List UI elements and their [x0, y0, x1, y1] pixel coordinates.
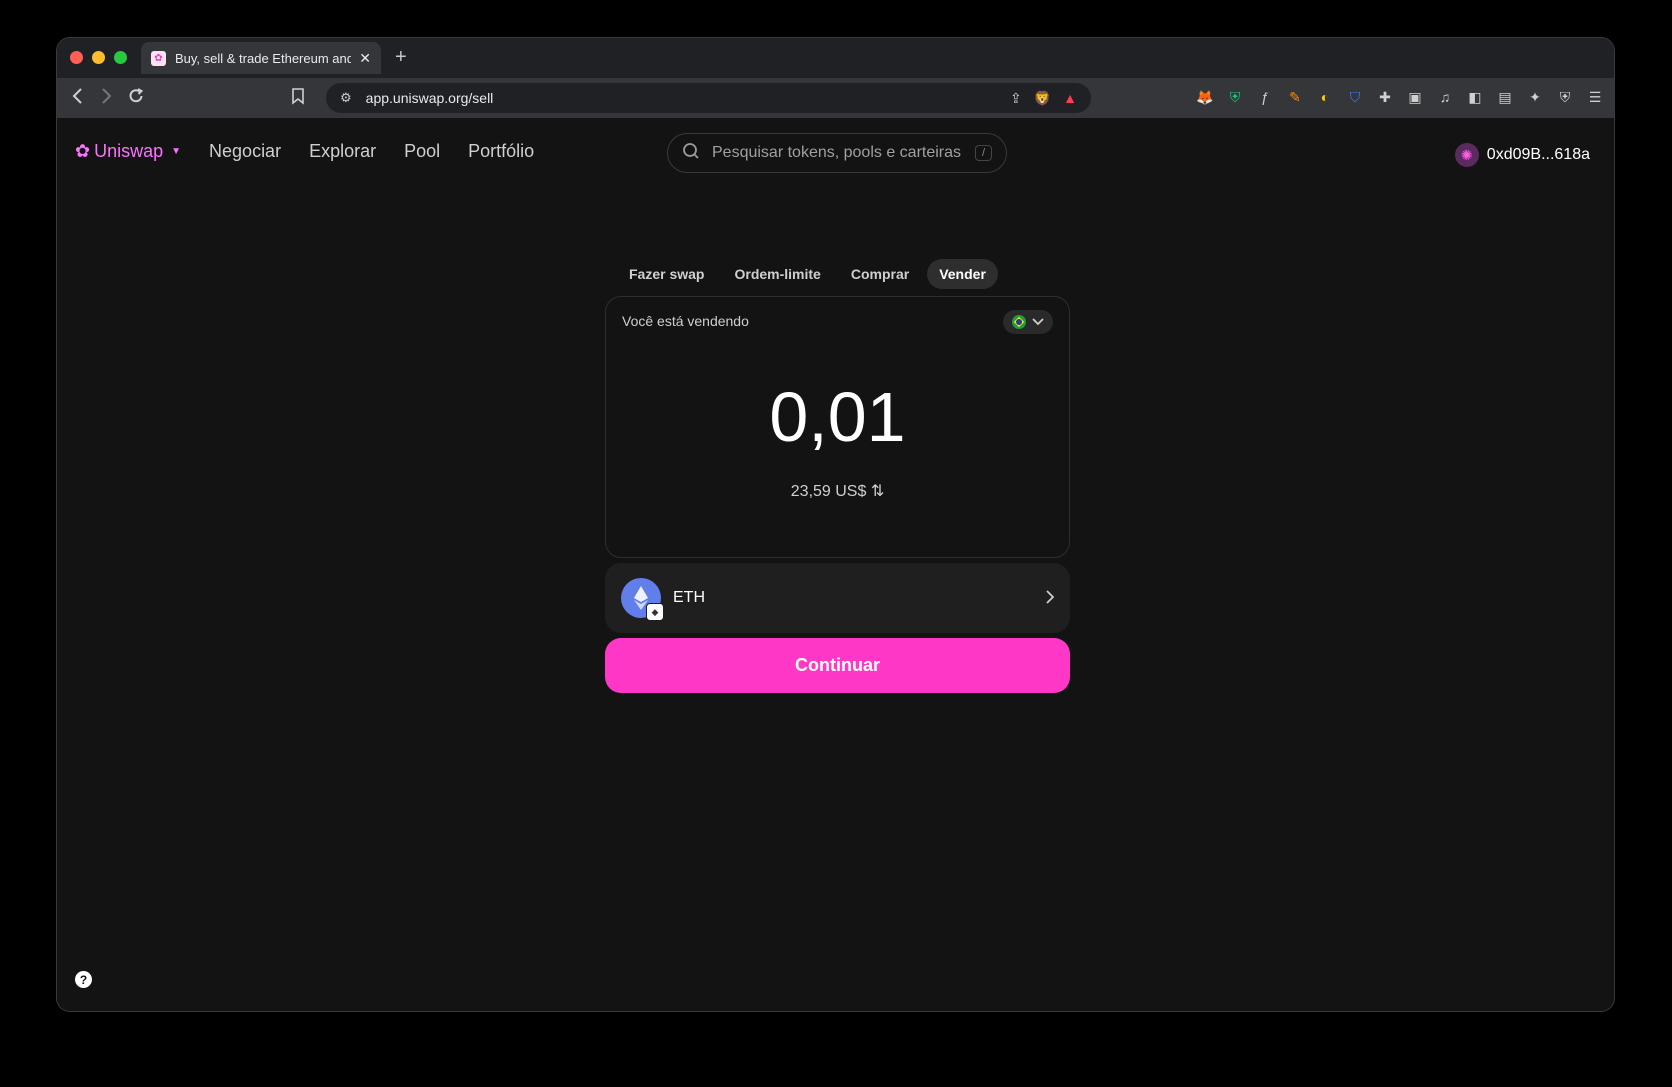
screenshot-icon[interactable]: ▣ [1406, 88, 1424, 106]
wallet-button[interactable]: ✺ 0xd09B...618a [1454, 143, 1590, 167]
music-icon[interactable]: ♫ [1436, 88, 1454, 106]
tab-comprar[interactable]: Comprar [839, 259, 921, 289]
uniswap-icon: ✿ [151, 50, 166, 66]
page-content: ✿ Uniswap ▼ Negociar Explorar Pool Portf… [57, 118, 1614, 1011]
leo-ai-icon[interactable]: ✦ [1526, 88, 1544, 106]
wallet-icon[interactable]: ▤ [1496, 88, 1514, 106]
reload-icon[interactable] [127, 87, 145, 110]
uniswap-icon: ✿ [75, 141, 91, 161]
search-input[interactable]: Pesquisar tokens, pools e carteiras / [667, 133, 1007, 173]
nav-explorar[interactable]: Explorar [309, 141, 376, 162]
continue-button[interactable]: Continuar [605, 638, 1070, 693]
metamask-icon[interactable]: 🦊 [1196, 88, 1214, 106]
tab-vender[interactable]: Vender [927, 259, 998, 289]
share-icon[interactable]: ⇪ [1010, 90, 1022, 107]
nav-negociar[interactable]: Negociar [209, 141, 281, 162]
tab-strip: ✿ Buy, sell & trade Ethereum and ✕ + [57, 38, 1614, 78]
logo-text: Uniswap [94, 141, 164, 161]
fiat-value[interactable]: 23,59 US$ ⇅ [606, 481, 1069, 501]
help-icon[interactable]: ? [75, 971, 92, 988]
chevron-right-icon [1046, 588, 1055, 609]
maximize-window-button[interactable] [114, 51, 127, 64]
swap-arrows-icon[interactable]: ⇅ [871, 483, 884, 500]
tab-fazer-swap[interactable]: Fazer swap [617, 259, 716, 289]
window-controls [70, 51, 127, 64]
nav-pool[interactable]: Pool [404, 141, 440, 162]
bitwarden-icon[interactable]: ⛉ [1346, 88, 1364, 106]
forward-arrow-icon[interactable] [99, 87, 113, 110]
formula-icon[interactable]: ƒ [1256, 88, 1274, 106]
nav-portfolio[interactable]: Portfólio [468, 141, 534, 162]
avatar: ✺ [1454, 143, 1479, 167]
site-settings-icon[interactable]: ⚙ [340, 90, 352, 106]
wallet-address: 0xd09B...618a [1486, 146, 1590, 163]
url-text[interactable]: app.uniswap.org/sell [366, 90, 1010, 106]
browser-window: ✿ Buy, sell & trade Ethereum and ✕ + ⚙ a… [56, 37, 1615, 1012]
brave-rewards-icon[interactable]: ▲ [1063, 90, 1077, 106]
caret-down-icon[interactable]: ▼ [171, 146, 181, 157]
network-badge-icon: ◆ [646, 603, 664, 621]
token-symbol: ETH [673, 589, 705, 606]
top-navigation: ✿ Uniswap ▼ Negociar Explorar Pool Portf… [75, 141, 534, 162]
tab-title: Buy, sell & trade Ethereum and [175, 50, 352, 66]
search-icon [682, 142, 700, 165]
browser-toolbar: ⚙ app.uniswap.org/sell ⇪ 🦁 ▲ 🦊 ⛨ ƒ ✎ ◐ ⛉… [57, 78, 1614, 118]
extensions-bar: 🦊 ⛨ ƒ ✎ ◐ ⛉ ✚ ▣ ♫ ◧ ▤ ✦ ⛨ ☰ [1196, 88, 1604, 106]
tab-ordem-limite[interactable]: Ordem-limite [722, 259, 832, 289]
ethereum-icon: ◆ [621, 578, 664, 621]
chevron-down-icon [1032, 315, 1044, 329]
search-placeholder: Pesquisar tokens, pools e carteiras [712, 144, 962, 161]
search-shortcut: / [974, 145, 992, 161]
pencil-icon[interactable]: ✎ [1286, 88, 1304, 106]
sidebar-icon[interactable]: ◧ [1466, 88, 1484, 106]
vpn-icon[interactable]: ⛨ [1556, 88, 1574, 106]
country-selector[interactable] [1003, 310, 1053, 334]
address-bar[interactable]: ⚙ app.uniswap.org/sell ⇪ 🦁 ▲ [326, 83, 1091, 113]
sell-amount-input[interactable]: 0,01 [606, 377, 1069, 457]
puzzle-icon[interactable]: ✚ [1376, 88, 1394, 106]
close-tab-icon[interactable]: ✕ [359, 50, 371, 67]
minimize-window-button[interactable] [92, 51, 105, 64]
moon-icon[interactable]: ◐ [1316, 88, 1334, 106]
sell-card: Você está vendendo 0,01 23,59 US$ ⇅ [605, 296, 1070, 558]
bookmark-icon[interactable] [291, 87, 305, 110]
uniswap-logo[interactable]: ✿ Uniswap ▼ [75, 141, 181, 162]
fiat-value-text: 23,59 US$ [790, 483, 867, 500]
sell-label: Você está vendendo [622, 313, 749, 329]
swap-tabs: Fazer swap Ordem-limite Comprar Vender [617, 259, 998, 289]
token-selector[interactable]: ◆ ETH [605, 563, 1070, 633]
browser-tab[interactable]: ✿ Buy, sell & trade Ethereum and ✕ [141, 42, 381, 74]
new-tab-button[interactable]: + [395, 46, 407, 69]
shield-icon[interactable]: ⛨ [1226, 88, 1244, 106]
close-window-button[interactable] [70, 51, 83, 64]
brave-shields-icon[interactable]: 🦁 [1034, 90, 1051, 107]
menu-icon[interactable]: ☰ [1586, 88, 1604, 106]
back-arrow-icon[interactable] [71, 87, 85, 110]
brazil-flag-icon [1012, 315, 1026, 329]
